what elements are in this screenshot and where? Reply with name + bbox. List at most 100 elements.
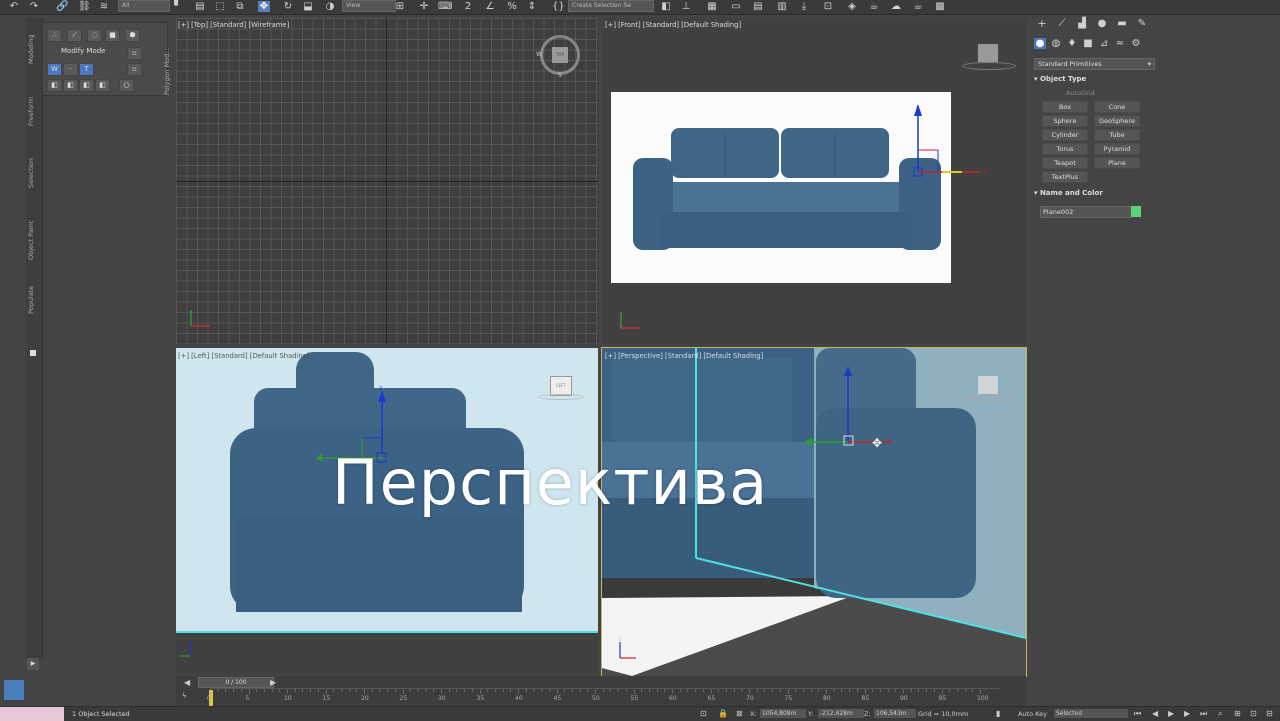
- cameras-category-icon[interactable]: ■: [1082, 38, 1094, 49]
- absolute-mode-icon[interactable]: ⊠: [736, 709, 743, 718]
- align-icon[interactable]: ⊥: [680, 1, 692, 12]
- x-coordinate-field[interactable]: 1054,808m: [760, 709, 806, 718]
- y-coordinate-field[interactable]: -212,428m: [818, 709, 864, 718]
- layer-explorer-icon[interactable]: ▦: [706, 1, 718, 12]
- mirror-icon[interactable]: ◧: [660, 1, 672, 12]
- pyramid-button[interactable]: Pyramid: [1094, 143, 1140, 155]
- ribbon-tool-4-icon[interactable]: ▫: [127, 63, 142, 76]
- create-tab-icon[interactable]: +: [1036, 18, 1048, 29]
- selection-filter-dropdown[interactable]: All: [118, 0, 170, 12]
- keyboard-shortcut-icon[interactable]: ⌨: [438, 1, 452, 12]
- cone-button[interactable]: Cone: [1094, 101, 1140, 113]
- zoom-extents-icon[interactable]: ⊡: [1250, 709, 1257, 718]
- z-coordinate-field[interactable]: 106,543m: [874, 709, 916, 718]
- edit-named-selection-icon[interactable]: {}: [552, 1, 565, 12]
- zoom-all-icon[interactable]: ⊞: [1234, 709, 1241, 718]
- maximize-viewport-icon[interactable]: ⊟: [1266, 709, 1273, 718]
- select-and-rotate-icon[interactable]: ↻: [282, 1, 294, 12]
- ribbon-tool-6-icon[interactable]: ◧: [63, 79, 78, 92]
- viewcube-perspective-ring[interactable]: [966, 394, 1014, 401]
- object-type-rollout-header[interactable]: ▾ Object Type: [1034, 75, 1148, 85]
- render-in-cloud-icon[interactable]: ☁: [890, 1, 902, 12]
- border-mode-icon[interactable]: ◌: [87, 29, 102, 42]
- time-slider-thumb[interactable]: 0 / 100: [198, 677, 274, 688]
- select-and-scale-icon[interactable]: ⬓: [302, 1, 314, 12]
- window-crossing-icon[interactable]: ⧉: [234, 1, 246, 12]
- cylinder-button[interactable]: Cylinder: [1042, 129, 1088, 141]
- ribbon-tool-3-icon[interactable]: T: [79, 63, 94, 76]
- reference-coordinate-dropdown[interactable]: View: [342, 0, 396, 12]
- snaps-toggle-icon[interactable]: 2: [462, 1, 474, 12]
- viewport-left-label[interactable]: [+] [Left] [Standard] [Default Shading]: [178, 352, 310, 360]
- tab-selection[interactable]: Selection: [27, 158, 35, 188]
- torus-button[interactable]: Torus: [1042, 143, 1088, 155]
- selection-lock-icon[interactable]: 🔒: [718, 709, 728, 718]
- autogrid-checkbox[interactable]: AutoGrid: [1066, 89, 1095, 97]
- render-setup-icon[interactable]: ⊡: [822, 1, 834, 12]
- ribbon-menu-icon[interactable]: [30, 350, 36, 356]
- play-icon[interactable]: ▶: [1168, 709, 1174, 718]
- rectangular-selection-icon[interactable]: ⬚: [214, 1, 226, 12]
- viewcube-perspective[interactable]: [978, 376, 998, 394]
- hierarchy-tab-icon[interactable]: ▟: [1076, 18, 1088, 29]
- polygon-modeling-label[interactable]: Polygon Mod...: [163, 47, 171, 95]
- go-to-start-icon[interactable]: ⏮: [1134, 709, 1141, 719]
- unlink-icon[interactable]: ⛓: [78, 1, 91, 12]
- previous-frame-icon[interactable]: ◀: [1152, 709, 1158, 718]
- go-to-end-icon[interactable]: ⏭: [1200, 709, 1207, 719]
- select-manipulate-icon[interactable]: ✛: [418, 1, 430, 12]
- element-mode-icon[interactable]: ⬢: [125, 29, 140, 42]
- viewport-layout-icon[interactable]: [4, 680, 24, 700]
- move-gizmo-front[interactable]: z x: [902, 102, 994, 184]
- zoom-icon[interactable]: ⌕: [1218, 709, 1222, 719]
- auto-key-button[interactable]: Auto Key: [1018, 710, 1047, 718]
- ribbon-tool-5-icon[interactable]: ◧: [47, 79, 62, 92]
- spacewarps-category-icon[interactable]: ≈: [1114, 38, 1126, 49]
- schematic-view-icon[interactable]: ▥: [776, 1, 788, 12]
- material-editor-icon[interactable]: ⤓: [798, 1, 810, 12]
- name-color-rollout-header[interactable]: ▾ Name and Color: [1034, 189, 1148, 199]
- next-frame-icon[interactable]: ▶: [1184, 709, 1190, 718]
- current-frame-marker[interactable]: [209, 690, 213, 706]
- ribbon-tool-8-icon[interactable]: ◧: [95, 79, 110, 92]
- motion-tab-icon[interactable]: ●: [1096, 18, 1108, 29]
- viewport-perspective-label[interactable]: [+] [Perspective] [Standard] [Default Sh…: [605, 352, 763, 360]
- object-name-field[interactable]: Plane002: [1040, 206, 1132, 218]
- a360-gallery-icon[interactable]: ▩: [934, 1, 946, 12]
- track-bar[interactable]: 0510152025303540455055606570758085909510…: [207, 688, 1000, 705]
- viewport-top[interactable]: [+] [Top] [Standard] [Wireframe] TOP W S: [176, 18, 598, 344]
- object-color-swatch[interactable]: [1131, 206, 1141, 217]
- polygon-mode-icon[interactable]: ■: [105, 29, 120, 42]
- viewcube-left-ring[interactable]: [538, 394, 584, 400]
- angle-snap-icon[interactable]: ∠: [484, 1, 496, 12]
- box-button[interactable]: Box: [1042, 101, 1088, 113]
- ribbon-tool-9-icon[interactable]: ○: [119, 79, 134, 92]
- ribbon-tool-2-icon[interactable]: ·: [63, 63, 78, 76]
- rendered-frame-window-icon[interactable]: ◈: [846, 1, 858, 12]
- time-slider-next-icon[interactable]: ▶: [270, 678, 276, 687]
- curve-editor-mini-icon[interactable]: ϟ: [182, 692, 187, 700]
- primitive-type-dropdown[interactable]: Standard Primitives ▾: [1034, 58, 1155, 70]
- toggle-ribbon-icon[interactable]: ▭: [730, 1, 742, 12]
- geometry-category-icon[interactable]: ●: [1034, 38, 1046, 49]
- viewport-front[interactable]: [+] [Front] [Standard] [Default Shading]…: [602, 18, 1026, 344]
- teapot-button[interactable]: Teapot: [1042, 157, 1088, 169]
- named-selection-set-dropdown[interactable]: Create Selection Se: [568, 0, 654, 12]
- viewcube-top-face[interactable]: TOP: [552, 47, 568, 63]
- viewport-top-label[interactable]: [+] [Top] [Standard] [Wireframe]: [178, 21, 289, 29]
- edge-mode-icon[interactable]: ⟋: [67, 29, 82, 42]
- expand-arrow-icon[interactable]: ▶: [27, 658, 39, 670]
- undo-icon[interactable]: ↶: [8, 1, 20, 12]
- ribbon-options-icon[interactable]: ▫: [127, 47, 142, 60]
- viewport-front-label[interactable]: [+] [Front] [Standard] [Default Shading]: [605, 21, 741, 29]
- sphere-button[interactable]: Sphere: [1042, 115, 1088, 127]
- key-mode-dropdown[interactable]: Selected: [1054, 709, 1128, 718]
- render-production-icon[interactable]: ☕: [868, 1, 880, 12]
- render-iterative-icon[interactable]: ☕: [912, 1, 924, 12]
- link-icon[interactable]: 🔗: [56, 1, 68, 12]
- select-object-icon[interactable]: ▘: [172, 1, 184, 12]
- pivot-center-icon[interactable]: ⊞: [394, 1, 406, 12]
- tab-populate[interactable]: Populate: [27, 286, 35, 314]
- spinner-snap-icon[interactable]: ⇕: [526, 1, 538, 12]
- display-tab-icon[interactable]: ▬: [1116, 18, 1128, 29]
